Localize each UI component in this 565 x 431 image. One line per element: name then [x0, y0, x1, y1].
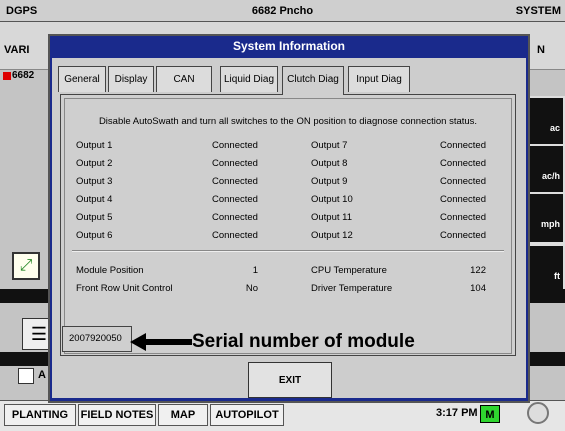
tab-field-notes[interactable]: FIELD NOTES: [78, 404, 156, 426]
variety-label[interactable]: VARI: [4, 44, 29, 56]
header-right-label[interactable]: N: [537, 44, 545, 56]
driver-temperature-value: 104: [470, 283, 486, 294]
output-status: Connected: [440, 194, 486, 205]
exit-button[interactable]: EXIT: [248, 362, 332, 398]
dialog-title: System Information: [232, 39, 346, 53]
tab-planting[interactable]: PLANTING: [4, 404, 76, 426]
tab-autopilot[interactable]: AUTOPILOT: [210, 404, 284, 426]
output-status: Connected: [212, 230, 258, 241]
cpu-temperature-label: CPU Temperature: [311, 265, 387, 276]
front-row-control-value: No: [245, 283, 258, 294]
mode-indicator[interactable]: M: [480, 405, 500, 423]
output-name: Output 2: [76, 158, 113, 169]
item-code: 6682: [12, 70, 35, 81]
output-status: Connected: [212, 212, 258, 223]
serial-number-field: 2007920050: [62, 326, 132, 352]
system-button[interactable]: SYSTEM: [516, 0, 561, 22]
tab-clutch-diag[interactable]: Clutch Diag: [282, 66, 344, 95]
output-name: Output 5: [76, 212, 113, 223]
module-position-label: Module Position: [76, 265, 144, 276]
steering-wheel-icon[interactable]: [527, 402, 549, 424]
output-name: Output 7: [311, 140, 348, 151]
output-status: Connected: [440, 230, 486, 241]
section-divider: [72, 250, 504, 252]
output-name: Output 3: [76, 176, 113, 187]
output-status: Connected: [212, 194, 258, 205]
output-status: Connected: [440, 140, 486, 151]
option-checkbox[interactable]: [18, 368, 34, 384]
tab-map[interactable]: MAP: [158, 404, 208, 426]
output-name: Output 11: [311, 212, 353, 223]
tab-display[interactable]: Display: [108, 66, 154, 92]
instruction-text: Disable AutoSwath and turn all switches …: [98, 116, 478, 127]
cpu-temperature-value: 122: [470, 265, 486, 276]
clock-time: 3:17 PM: [436, 407, 478, 419]
serial-callout-label: Serial number of module: [192, 331, 415, 352]
clutch-diag-content: [64, 98, 512, 354]
tab-general[interactable]: General: [58, 66, 106, 92]
tab-liquid-diag[interactable]: Liquid Diag: [220, 66, 278, 92]
output-name: Output 1: [76, 140, 113, 151]
option-checkbox-label: A: [38, 369, 46, 381]
output-name: Output 6: [76, 230, 113, 241]
output-name: Output 9: [311, 176, 348, 187]
callout-arrow-icon: [130, 333, 192, 351]
output-status: Connected: [212, 158, 258, 169]
output-status: Connected: [212, 140, 258, 151]
driver-temperature-label: Driver Temperature: [311, 283, 393, 294]
output-status: Connected: [440, 176, 486, 187]
output-status: Connected: [440, 212, 486, 223]
expand-arrows-icon[interactable]: ⤢: [12, 252, 40, 280]
output-name: Output 12: [311, 230, 353, 241]
tab-input-diag[interactable]: Input Diag: [348, 66, 410, 92]
output-status: Connected: [440, 158, 486, 169]
output-name: Output 8: [311, 158, 348, 169]
module-position-value: 1: [252, 265, 258, 276]
tab-can[interactable]: CAN: [156, 66, 212, 92]
status-indicator: [3, 72, 11, 80]
output-name: Output 4: [76, 194, 113, 205]
output-status: Connected: [212, 176, 258, 187]
front-row-control-label: Front Row Unit Control: [76, 283, 173, 294]
output-name: Output 10: [311, 194, 353, 205]
app-title: 6682 Pncho: [251, 5, 314, 17]
